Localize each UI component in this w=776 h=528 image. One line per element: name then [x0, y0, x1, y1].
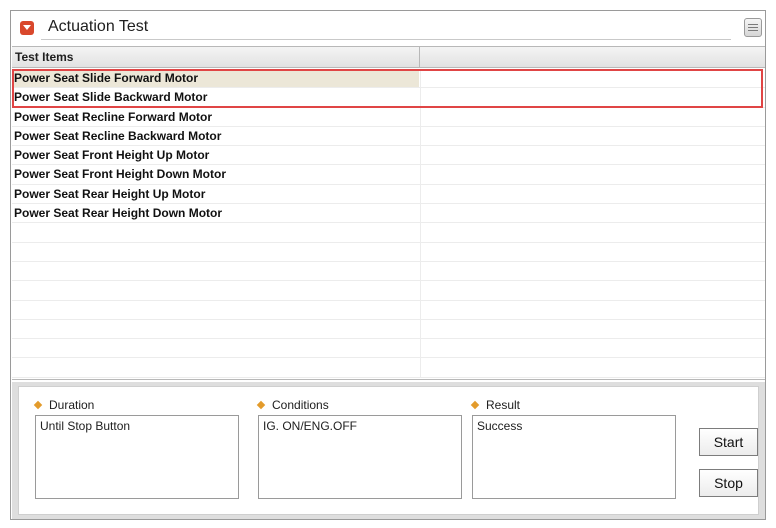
test-item-value [420, 204, 765, 223]
test-item-name: Power Seat Recline Forward Motor [14, 109, 213, 124]
test-item-value [420, 281, 765, 300]
test-item-value [420, 223, 765, 242]
test-info-panel: Duration Until Stop Button Conditions IG… [12, 382, 765, 519]
test-item-value [420, 184, 765, 204]
grid-row[interactable]: Power Seat Rear Height Up Motor [12, 184, 765, 205]
test-item-value [420, 300, 765, 319]
result-field: Success [472, 415, 676, 499]
conditions-label-text: Conditions [272, 398, 329, 412]
test-item-value [420, 88, 765, 107]
grid-row[interactable]: Power Seat Slide Backward Motor [12, 88, 765, 108]
test-item-name: Power Seat Slide Backward Motor [14, 90, 208, 105]
test-item-name [12, 243, 419, 261]
test-item-value [420, 165, 765, 184]
conditions-label: Conditions [256, 398, 329, 412]
diamond-bullet-icon [33, 400, 43, 410]
test-item-value [420, 69, 765, 88]
actuation-test-window: Actuation Test Test Items Power Seat Sli… [10, 10, 766, 520]
test-item-name [12, 262, 419, 280]
test-item-value [420, 107, 765, 126]
test-item-name [12, 339, 419, 357]
duration-label-text: Duration [49, 398, 95, 412]
test-item-name [12, 358, 419, 376]
stop-button[interactable]: Stop [699, 469, 758, 497]
grid-row[interactable]: Power Seat Recline Backward Motor [12, 126, 765, 147]
test-item-name: Power Seat Recline Backward Motor [14, 128, 222, 143]
grid-row-empty [12, 261, 765, 282]
grid-rows: Power Seat Slide Forward Motor Power Seat… [12, 69, 765, 378]
test-item-name: Power Seat Front Height Down Motor [14, 167, 226, 182]
test-item-name: Power Seat Rear Height Up Motor [14, 186, 206, 201]
test-item-name [12, 281, 419, 299]
test-item-name: Power Seat Front Height Up Motor [14, 148, 210, 163]
grid-header: Test Items [12, 47, 765, 68]
column-divider [419, 47, 420, 68]
grid-row-empty [12, 358, 765, 378]
title-divider [41, 39, 731, 40]
dropdown-arrow-icon[interactable] [20, 21, 34, 35]
grid-row[interactable]: Power Seat Front Height Down Motor [12, 165, 765, 185]
test-item-value [420, 146, 765, 165]
test-item-value [420, 126, 765, 146]
diamond-bullet-icon [256, 400, 266, 410]
test-item-name [12, 320, 419, 338]
start-button[interactable]: Start [699, 428, 758, 456]
column-header-test-items: Test Items [15, 50, 74, 64]
grid-row-empty [12, 300, 765, 320]
grid-row-empty [12, 281, 765, 301]
grid-row-empty [12, 339, 765, 359]
test-item-name [12, 223, 419, 241]
test-info-inner: Duration Until Stop Button Conditions IG… [18, 386, 759, 515]
duration-field: Until Stop Button [35, 415, 239, 499]
test-item-value [420, 339, 765, 358]
grid-row[interactable]: Power Seat Front Height Up Motor [12, 146, 765, 166]
result-label: Result [470, 398, 521, 412]
test-item-value [420, 319, 765, 339]
duration-label: Duration [33, 398, 95, 412]
test-item-name: Power Seat Rear Height Down Motor [14, 206, 223, 221]
grid-row[interactable]: Power Seat Slide Forward Motor [12, 69, 765, 89]
title-bar: Actuation Test [11, 11, 765, 43]
diamond-bullet-icon [470, 400, 480, 410]
grid-row[interactable]: Power Seat Rear Height Down Motor [12, 204, 765, 224]
test-item-name [12, 301, 419, 319]
grid-row-empty [12, 319, 765, 340]
window-title: Actuation Test [48, 18, 149, 35]
test-item-value [420, 358, 765, 377]
test-items-grid: Test Items Power Seat Slide Forward Moto… [12, 46, 765, 380]
test-item-name: Power Seat Slide Forward Motor [12, 69, 419, 88]
test-item-value [420, 261, 765, 281]
grid-row-empty [12, 223, 765, 243]
conditions-field: IG. ON/ENG.OFF [258, 415, 462, 499]
result-label-text: Result [486, 398, 521, 412]
test-item-value [420, 242, 765, 261]
grid-row[interactable]: Power Seat Recline Forward Motor [12, 107, 765, 127]
grid-row-empty [12, 242, 765, 262]
menu-icon[interactable] [744, 18, 762, 37]
